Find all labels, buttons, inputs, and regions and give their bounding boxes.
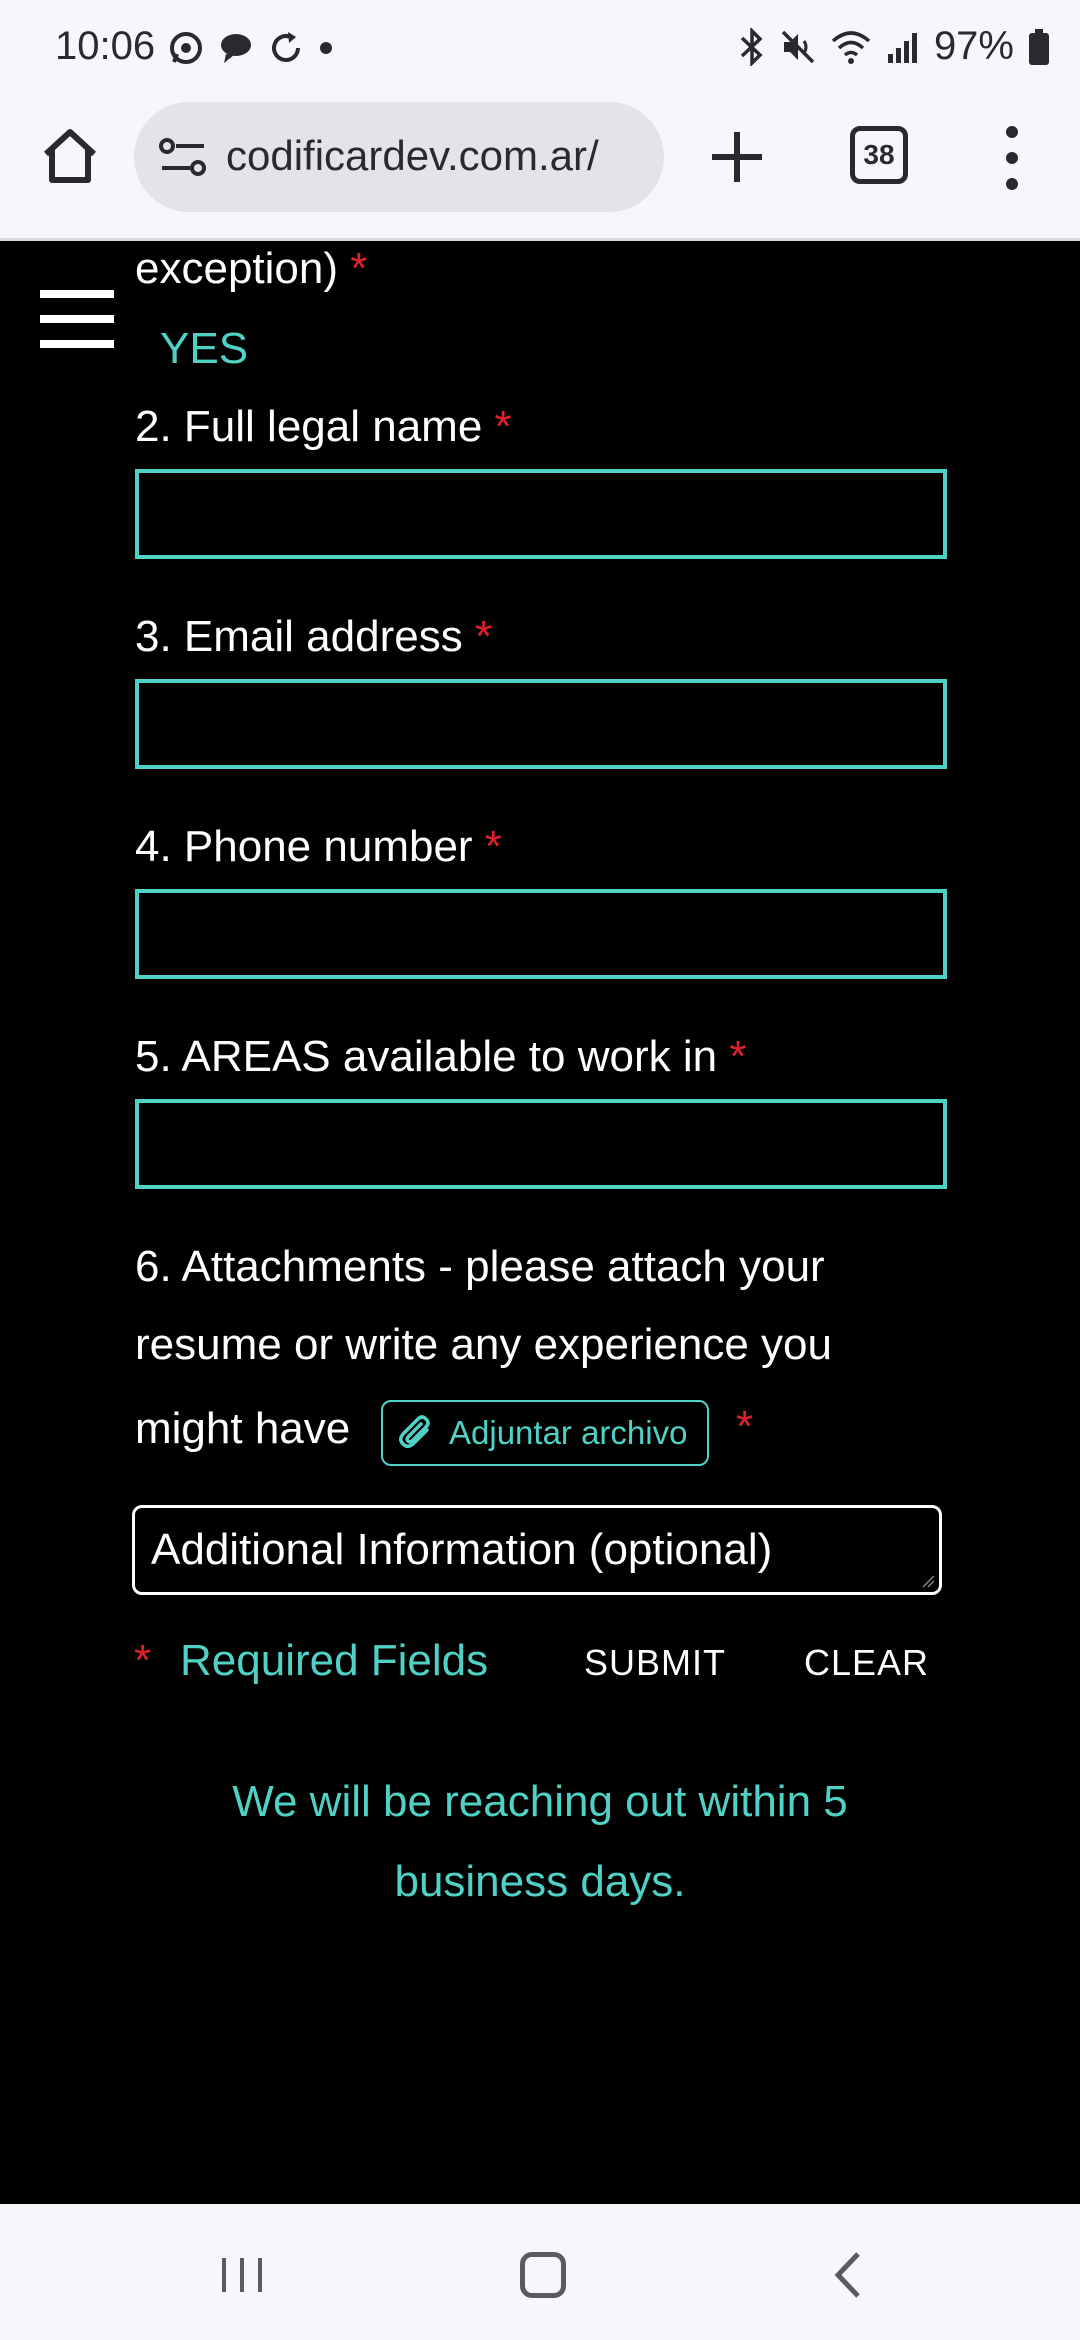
paperclip-icon <box>399 1415 430 1448</box>
status-bar: 10:06 97% <box>0 0 1080 92</box>
question-6-line-3: might have <box>135 1404 351 1453</box>
required-asterisk: * <box>474 612 493 661</box>
submit-button[interactable]: SUBMIT <box>584 1642 726 1684</box>
battery-percent: 97% <box>933 24 1014 68</box>
resize-handle-icon[interactable] <box>921 1574 935 1588</box>
notification-icons <box>168 30 334 66</box>
mute-icon <box>781 30 815 63</box>
required-asterisk: * <box>729 1032 747 1081</box>
areas-input[interactable] <box>135 1099 947 1189</box>
whatsapp-icon <box>170 32 202 64</box>
recent-apps-icon[interactable] <box>218 2254 266 2296</box>
question-2-label: 2. Full legal name * <box>135 402 512 451</box>
bluetooth-icon <box>740 27 763 66</box>
question-4-label: 4. Phone number * <box>135 822 502 871</box>
question-3-label: 3. Email address * <box>135 612 493 661</box>
signal-icon <box>887 32 917 63</box>
required-asterisk: * <box>484 822 502 871</box>
chat-icon <box>221 34 251 63</box>
status-time: 10:06 <box>55 24 156 68</box>
question-5-label: 5. AREAS available to work in * <box>135 1032 747 1081</box>
required-asterisk: * <box>736 1402 754 1451</box>
address-bar[interactable]: codificardev.com.ar/ <box>134 102 664 212</box>
additional-info-textarea[interactable]: Additional Information (optional) <box>132 1505 942 1595</box>
browser-toolbar: codificardev.com.ar/ 38 <box>0 92 1080 241</box>
required-fields-label: Required Fields <box>180 1636 489 1685</box>
email-input[interactable] <box>135 679 947 769</box>
system-icons: 97% <box>738 24 1050 69</box>
question-1-answer[interactable]: YES <box>160 324 248 374</box>
question-1-label: exception) * <box>135 244 368 293</box>
url-text[interactable]: codificardev.com.ar/ <box>226 132 656 180</box>
battery-icon <box>1029 28 1049 65</box>
additional-info-placeholder: Additional Information (optional) <box>151 1525 773 1574</box>
attach-file-button[interactable]: Adjuntar archivo <box>381 1400 709 1466</box>
sync-icon <box>272 32 300 62</box>
phone-input[interactable] <box>135 889 947 979</box>
required-asterisk: * <box>134 1636 152 1685</box>
required-asterisk: * <box>350 244 368 293</box>
back-icon[interactable] <box>830 2250 864 2300</box>
site-settings-icon[interactable] <box>158 134 208 180</box>
question-6-line-1: 6. Attachments - please attach your <box>135 1242 825 1291</box>
response-time-note: We will be reaching out within 5 busines… <box>232 1777 848 1906</box>
system-navigation-bar <box>0 2204 1080 2340</box>
dot-icon <box>320 42 332 54</box>
full-name-input[interactable] <box>135 469 947 559</box>
attach-file-label: Adjuntar archivo <box>449 1414 688 1451</box>
home-nav-icon[interactable] <box>520 2252 566 2298</box>
more-menu-icon[interactable] <box>990 122 1034 194</box>
clear-button[interactable]: CLEAR <box>804 1642 929 1684</box>
hamburger-menu-icon[interactable] <box>40 290 114 348</box>
required-asterisk: * <box>494 402 512 451</box>
new-tab-icon[interactable] <box>706 126 768 188</box>
wifi-icon <box>831 30 871 64</box>
tab-switcher-button[interactable]: 38 <box>850 126 908 184</box>
question-6-line-2: resume or write any experience you <box>135 1320 832 1369</box>
home-icon[interactable] <box>38 124 102 188</box>
